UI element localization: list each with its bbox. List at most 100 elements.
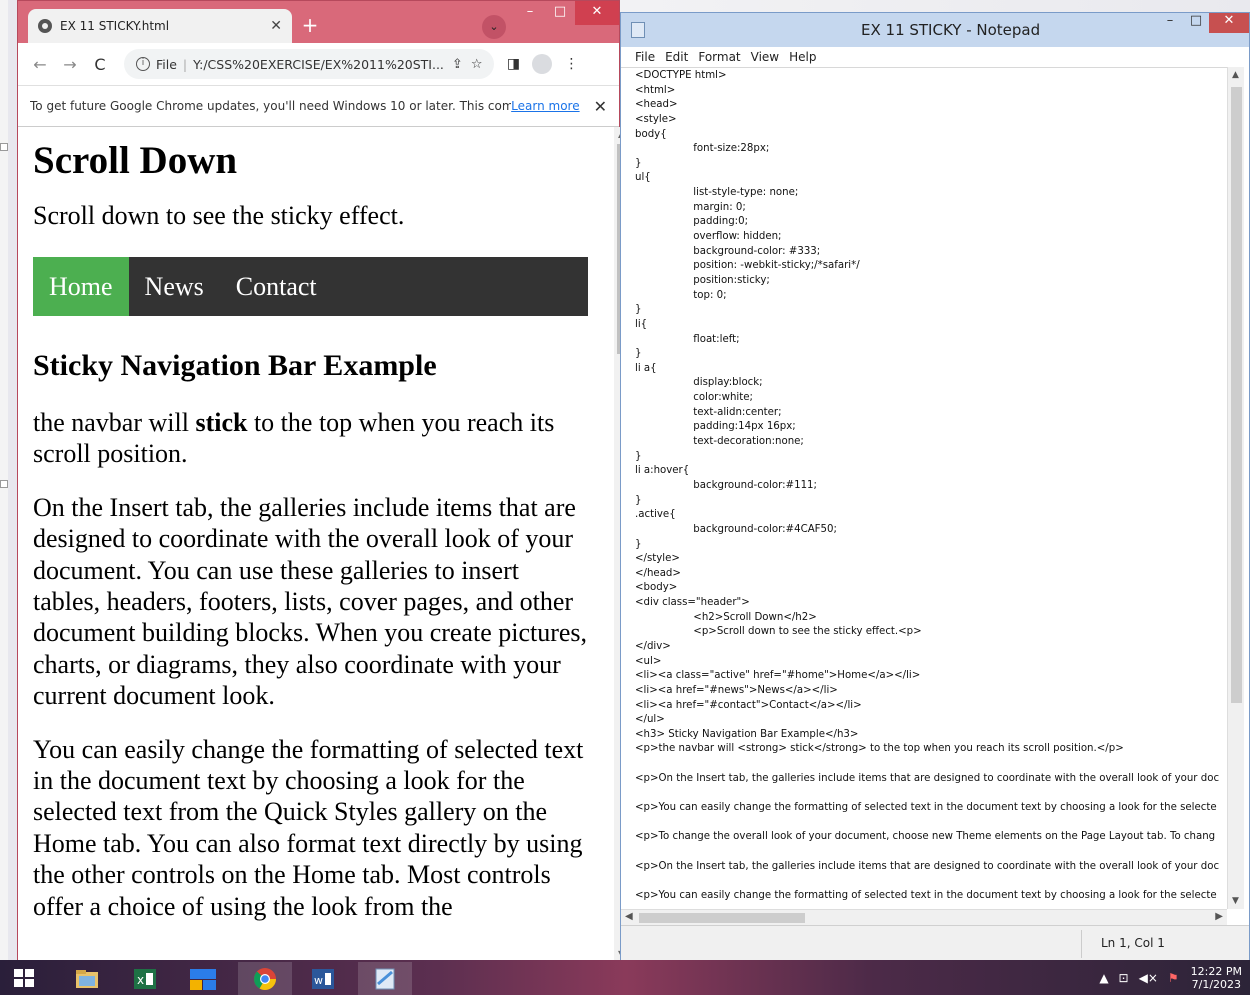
notepad-line: padding:14px 16px; bbox=[635, 421, 796, 433]
page-viewport: Scroll Down Scroll down to see the stick… bbox=[18, 127, 614, 961]
np-hscroll-thumb[interactable] bbox=[639, 913, 805, 923]
notepad-line: text-decoration:none; bbox=[635, 436, 804, 448]
word-taskbar-icon[interactable]: w bbox=[296, 962, 350, 995]
excel-taskbar-icon[interactable]: x bbox=[118, 962, 172, 995]
windows-app-taskbar-icon[interactable] bbox=[176, 962, 230, 995]
learn-more-link[interactable]: Learn more bbox=[511, 99, 579, 113]
np-scroll-right-icon[interactable]: ▶ bbox=[1215, 911, 1223, 922]
notepad-line: </div> bbox=[635, 640, 671, 652]
close-infobar-icon[interactable]: ✕ bbox=[594, 97, 607, 116]
nav-contact-link[interactable]: Contact bbox=[220, 257, 333, 316]
np-scroll-down-icon[interactable]: ▼ bbox=[1232, 896, 1239, 906]
info-icon[interactable]: i bbox=[136, 57, 150, 71]
notepad-line: text-alidn:center; bbox=[635, 406, 782, 418]
notepad-line: <div class="header"> bbox=[635, 597, 750, 609]
notepad-line: <style> bbox=[635, 113, 677, 125]
update-infobar: To get future Google Chrome updates, you… bbox=[18, 85, 619, 127]
menu-kebab-icon[interactable]: ⋮ bbox=[558, 56, 584, 72]
share-icon[interactable]: ⇪ bbox=[452, 57, 463, 72]
notepad-line: li{ bbox=[635, 318, 648, 330]
p1-text-before: the navbar will bbox=[33, 408, 196, 437]
new-tab-button[interactable]: + bbox=[298, 13, 322, 37]
status-divider bbox=[1081, 930, 1082, 958]
notepad-icon bbox=[631, 22, 645, 38]
notepad-close-button[interactable]: ✕ bbox=[1209, 13, 1249, 33]
svg-text:w: w bbox=[314, 974, 323, 987]
bookmark-star-icon[interactable]: ☆ bbox=[471, 57, 483, 72]
volume-muted-icon[interactable]: ◀× bbox=[1139, 971, 1158, 985]
notepad-text-area[interactable]: <DOCTYPE html> <html> <head> <style> body{ f… bbox=[621, 67, 1227, 909]
notepad-line: <p>Scroll down to see the sticky effect.… bbox=[635, 626, 922, 638]
minimize-button[interactable]: – bbox=[515, 1, 545, 25]
menu-view[interactable]: View bbox=[751, 50, 779, 64]
windows-start-icon[interactable] bbox=[14, 969, 34, 987]
reload-icon[interactable]: C bbox=[88, 55, 112, 74]
notepad-line bbox=[635, 845, 1227, 860]
p1-strong: stick bbox=[195, 408, 248, 437]
notepad-vertical-scrollbar[interactable]: ▲ ▼ bbox=[1227, 67, 1244, 909]
menu-format[interactable]: Format bbox=[698, 50, 740, 64]
notepad-menubar: File Edit Format View Help bbox=[621, 47, 1249, 67]
notepad-horizontal-scrollbar[interactable]: ◀ ▶ bbox=[621, 909, 1227, 925]
tab-strip: EX 11 STICKY.html ✕ + ⌄ – □ ✕ bbox=[18, 1, 619, 43]
notepad-line bbox=[635, 757, 1227, 772]
chrome-taskbar-icon[interactable] bbox=[238, 962, 292, 995]
maximize-button[interactable]: □ bbox=[545, 1, 575, 25]
close-window-button[interactable]: ✕ bbox=[575, 1, 619, 25]
window-controls: – □ ✕ bbox=[515, 1, 619, 25]
forward-icon[interactable]: → bbox=[58, 55, 82, 74]
file-explorer-taskbar-icon[interactable] bbox=[60, 962, 114, 995]
notepad-line: <li><a href="#news">News</a></li> bbox=[635, 684, 838, 696]
menu-help[interactable]: Help bbox=[789, 50, 816, 64]
np-vscroll-thumb[interactable] bbox=[1231, 87, 1242, 703]
back-icon[interactable]: ← bbox=[28, 55, 52, 74]
notepad-line: } bbox=[635, 304, 642, 316]
paragraph-1: the navbar will stick to the top when yo… bbox=[33, 407, 588, 470]
notepad-line: .active{ bbox=[635, 509, 676, 521]
action-center-flag-icon[interactable]: ⚑ bbox=[1168, 971, 1179, 985]
notepad-line: <html> bbox=[635, 84, 676, 96]
close-tab-icon[interactable]: ✕ bbox=[270, 18, 282, 34]
notepad-line: li a{ bbox=[635, 362, 657, 374]
notepad-line: body{ bbox=[635, 128, 667, 140]
network-icon[interactable]: ⊡ bbox=[1119, 971, 1129, 985]
url-text[interactable]: Y:/CSS%20EXERCISE/EX%2011%20STI... bbox=[193, 57, 444, 72]
clock[interactable]: 12:22 PM 7/1/2023 bbox=[1191, 965, 1242, 991]
tab-search-button[interactable]: ⌄ bbox=[482, 15, 506, 39]
side-panel-icon[interactable]: ◨ bbox=[500, 56, 526, 72]
notepad-line: </ul> bbox=[635, 714, 665, 726]
notepad-line: background-color:#4CAF50; bbox=[635, 523, 837, 535]
notepad-line: <p>To change the overall look of your do… bbox=[635, 831, 1216, 843]
np-scroll-up-icon[interactable]: ▲ bbox=[1232, 70, 1239, 80]
desktop-icon-fragment bbox=[0, 480, 8, 488]
notepad-window: EX 11 STICKY - Notepad – □ ✕ File Edit F… bbox=[620, 12, 1250, 962]
page-subtext: Scroll down to see the sticky effect. bbox=[33, 201, 405, 230]
notepad-line: background-color:#111; bbox=[635, 479, 817, 491]
show-hidden-icons-icon[interactable]: ▲ bbox=[1099, 971, 1108, 985]
notepad-minimize-button[interactable]: – bbox=[1157, 13, 1183, 33]
notepad-line bbox=[635, 816, 1227, 831]
notepad-taskbar-icon[interactable] bbox=[358, 962, 412, 995]
browser-tab[interactable]: EX 11 STICKY.html ✕ bbox=[28, 9, 292, 43]
page-content: Scroll Down Scroll down to see the stick… bbox=[33, 127, 588, 922]
notepad-line: display:block; bbox=[635, 377, 763, 389]
system-tray: ▲ ⊡ ◀× ⚑ 12:22 PM 7/1/2023 bbox=[1089, 960, 1242, 995]
nav-news-link[interactable]: News bbox=[129, 257, 220, 316]
notepad-maximize-button[interactable]: □ bbox=[1183, 13, 1209, 33]
notepad-line: } bbox=[635, 157, 642, 169]
infobar-message: To get future Google Chrome updates, you… bbox=[30, 99, 512, 113]
profile-avatar[interactable] bbox=[532, 54, 553, 74]
clock-date: 7/1/2023 bbox=[1191, 977, 1242, 991]
menu-edit[interactable]: Edit bbox=[665, 50, 688, 64]
menu-file[interactable]: File bbox=[635, 50, 655, 64]
notepad-line: <li><a href="#contact">Contact</a></li> bbox=[635, 699, 862, 711]
notepad-line: top: 0; bbox=[635, 289, 727, 301]
url-scheme-label: File bbox=[156, 56, 177, 72]
svg-text:x: x bbox=[137, 973, 144, 987]
notepad-line: position: -webkit-sticky;/*safari*/ bbox=[635, 260, 860, 272]
np-scroll-left-icon[interactable]: ◀ bbox=[625, 911, 633, 922]
address-bar[interactable]: i File | Y:/CSS%20EXERCISE/EX%2011%20STI… bbox=[124, 49, 495, 79]
notepad-line: ul{ bbox=[635, 172, 651, 184]
nav-home-link[interactable]: Home bbox=[33, 257, 129, 316]
notepad-line bbox=[635, 874, 1227, 889]
